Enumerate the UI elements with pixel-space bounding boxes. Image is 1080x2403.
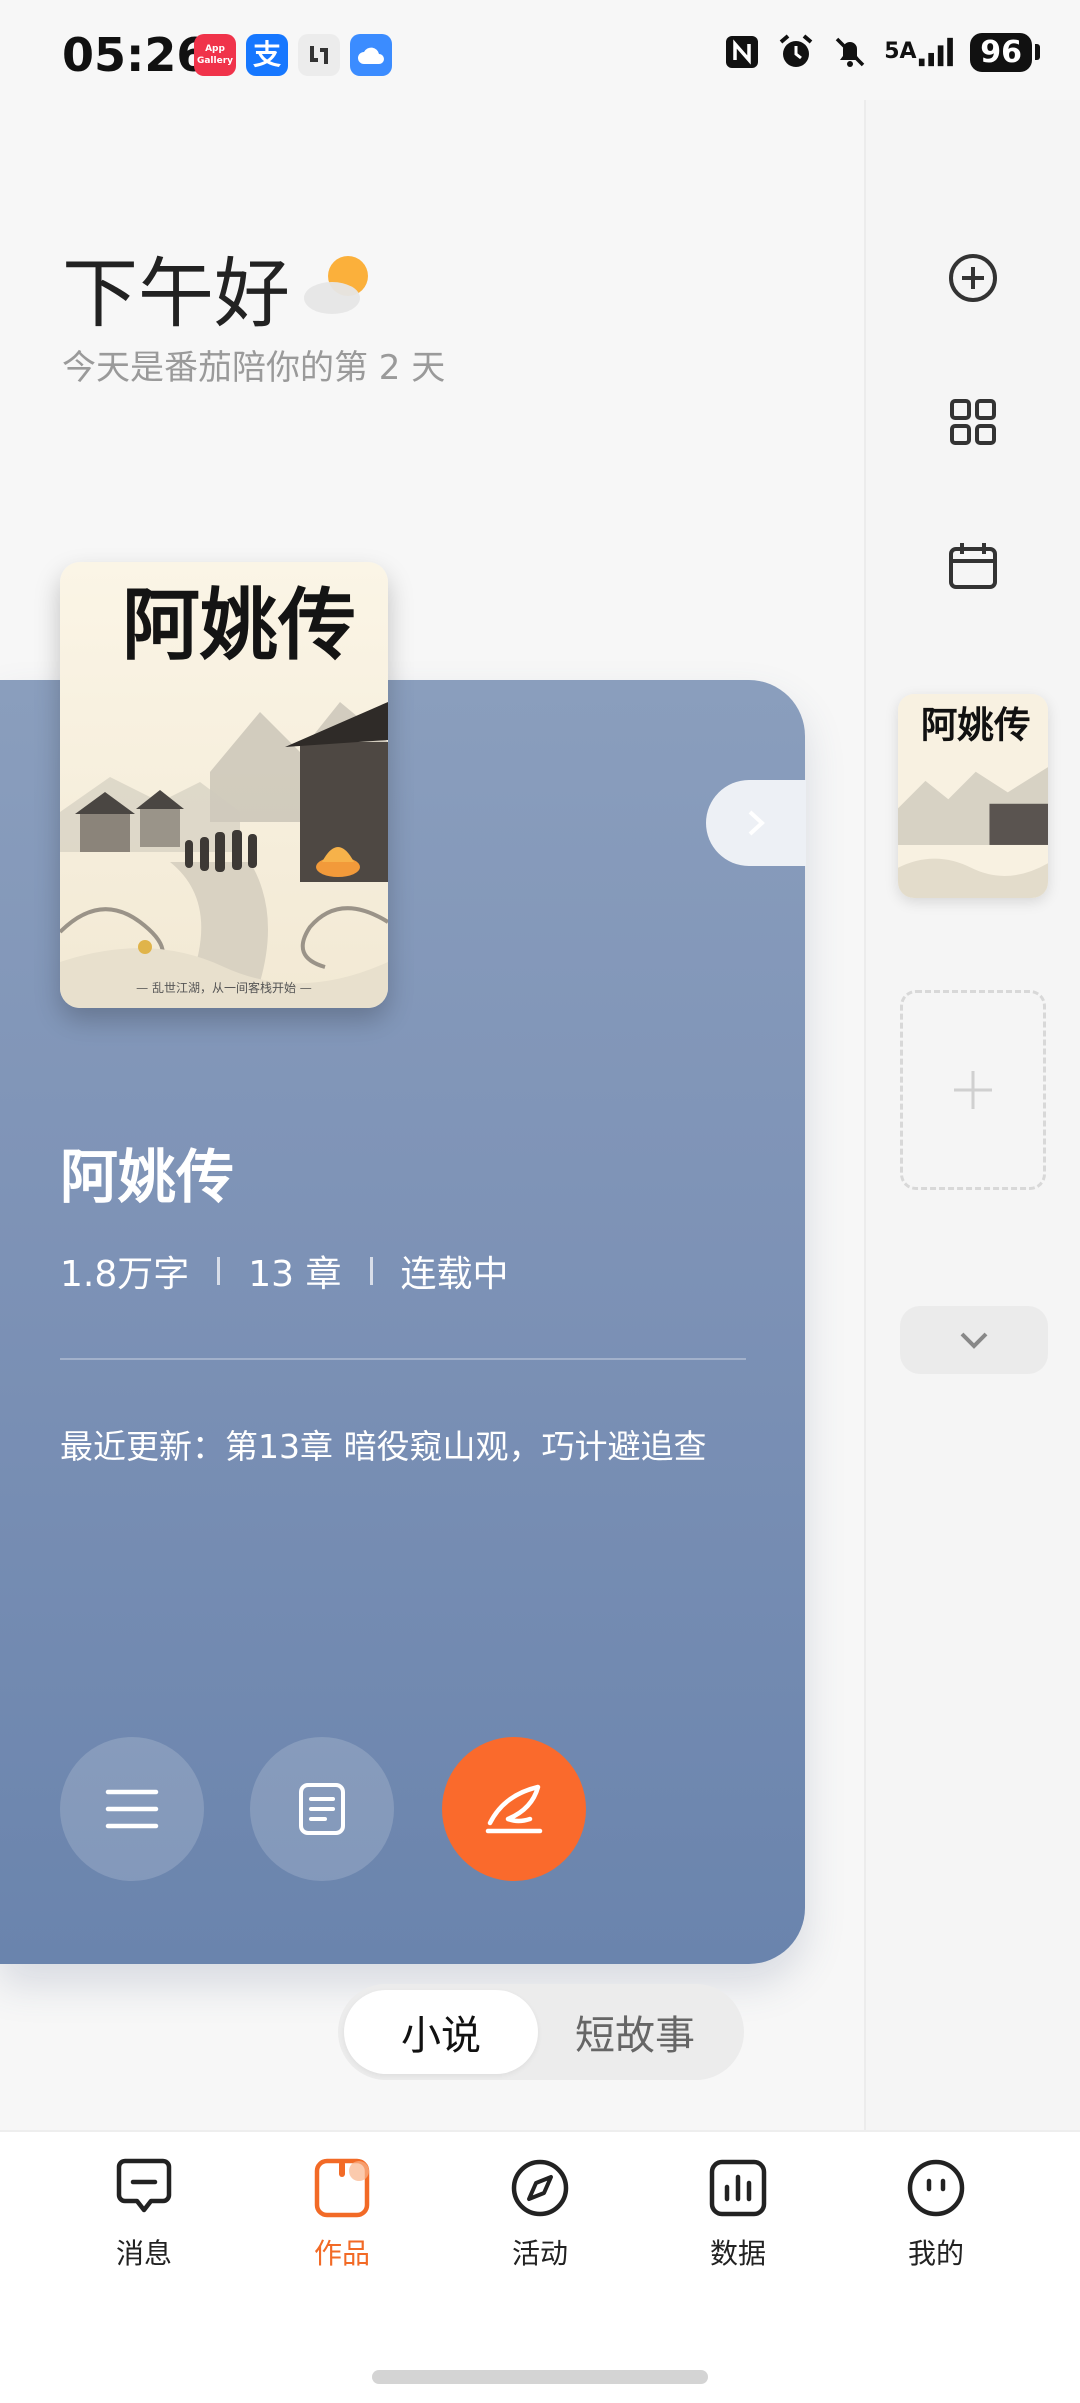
cover-tagline: — 乱世江湖，从一间客栈开始 —	[136, 980, 312, 995]
book-thumbnail[interactable]: 阿姚传	[898, 694, 1048, 898]
meta-divider	[217, 1257, 221, 1285]
plus-icon	[954, 1071, 992, 1109]
profile-face-icon	[904, 2156, 968, 2220]
nav-item-data[interactable]: 数据	[668, 2156, 808, 2272]
app-gallery-icon: App Gallery	[194, 34, 236, 76]
document-icon	[299, 1783, 345, 1835]
alarm-icon	[776, 32, 816, 72]
tab-short-story[interactable]: 短故事	[538, 1990, 732, 2074]
write-button[interactable]	[442, 1737, 586, 1881]
bottom-nav: 消息 作品 活动 数据 我的	[0, 2130, 1080, 2403]
nav-label: 活动	[511, 2237, 568, 2270]
nav-item-works[interactable]: 作品	[272, 2156, 412, 2272]
nav-label: 数据	[709, 2237, 766, 2270]
book-title: 阿姚传	[60, 1143, 235, 1211]
plus-circle-icon	[949, 254, 997, 302]
battery-indicator: 96	[970, 32, 1040, 72]
nav-label: 作品	[313, 2237, 370, 2270]
clip-app-icon	[298, 34, 340, 76]
word-count: 1.8万字	[60, 1254, 190, 1295]
nav-label: 消息	[115, 2237, 172, 2270]
works-icon	[310, 2156, 374, 2220]
tab-novel[interactable]: 小说	[344, 1990, 538, 2074]
svg-text:阿姚传: 阿姚传	[921, 703, 1031, 746]
system-status-icons: 5A 96	[722, 32, 1040, 72]
latest-update[interactable]: 最近更新：第13章 暗役窥山观，巧计避追查	[60, 1420, 706, 1468]
chapter-list-button[interactable]	[250, 1737, 394, 1881]
greeting-title: 下午好	[62, 249, 290, 338]
notification-app-icons: App Gallery 支	[194, 34, 392, 76]
book-meta: 1.8万字 13 章 连载中	[60, 1245, 509, 1297]
nav-item-messages[interactable]: 消息	[74, 2156, 214, 2272]
serial-status: 连载中	[400, 1254, 509, 1295]
nav-item-activities[interactable]: 活动	[470, 2156, 610, 2272]
add-book-button[interactable]	[935, 240, 1011, 316]
weather-partly-cloudy-icon	[300, 248, 380, 318]
chapter-count: 13 章	[248, 1254, 342, 1295]
meta-divider	[369, 1257, 373, 1285]
stats-icon	[706, 2156, 770, 2220]
battery-level: 96	[970, 32, 1032, 72]
message-icon	[112, 2156, 176, 2220]
mute-bell-icon	[830, 32, 870, 72]
card-divider	[60, 1358, 746, 1360]
grid-icon	[950, 399, 996, 445]
nfc-icon	[722, 32, 762, 72]
nav-item-profile[interactable]: 我的	[866, 2156, 1006, 2272]
status-bar: 05:26 App Gallery 支 5A 96	[0, 0, 1080, 110]
nav-label: 我的	[907, 2237, 964, 2270]
status-time: 05:26	[62, 28, 209, 82]
greeting-subtitle: 今天是番茄陪你的第 2 天	[62, 348, 446, 388]
expand-rail-button[interactable]	[900, 1306, 1048, 1374]
chevron-right-icon	[748, 810, 765, 836]
calendar-icon	[949, 543, 997, 589]
home-indicator[interactable]	[372, 2370, 708, 2384]
alipay-icon: 支	[246, 34, 288, 76]
cloud-app-icon	[350, 34, 392, 76]
signal-icon: 5A	[884, 32, 956, 72]
grid-view-button[interactable]	[935, 384, 1011, 460]
book-cover[interactable]: 阿姚传 — 乱世江湖，从一间客栈开始 —	[60, 562, 388, 1008]
quill-icon	[485, 1784, 543, 1834]
menu-lines-icon	[105, 1789, 159, 1829]
chevron-down-icon	[960, 1332, 988, 1349]
calendar-button[interactable]	[935, 528, 1011, 604]
cover-title: 阿姚传	[122, 580, 356, 671]
menu-button[interactable]	[60, 1737, 204, 1881]
next-book-button[interactable]	[706, 780, 806, 866]
add-book-slot[interactable]	[900, 990, 1046, 1190]
compass-icon	[508, 2156, 572, 2220]
content-type-switch: 小说 短故事	[338, 1984, 744, 2080]
